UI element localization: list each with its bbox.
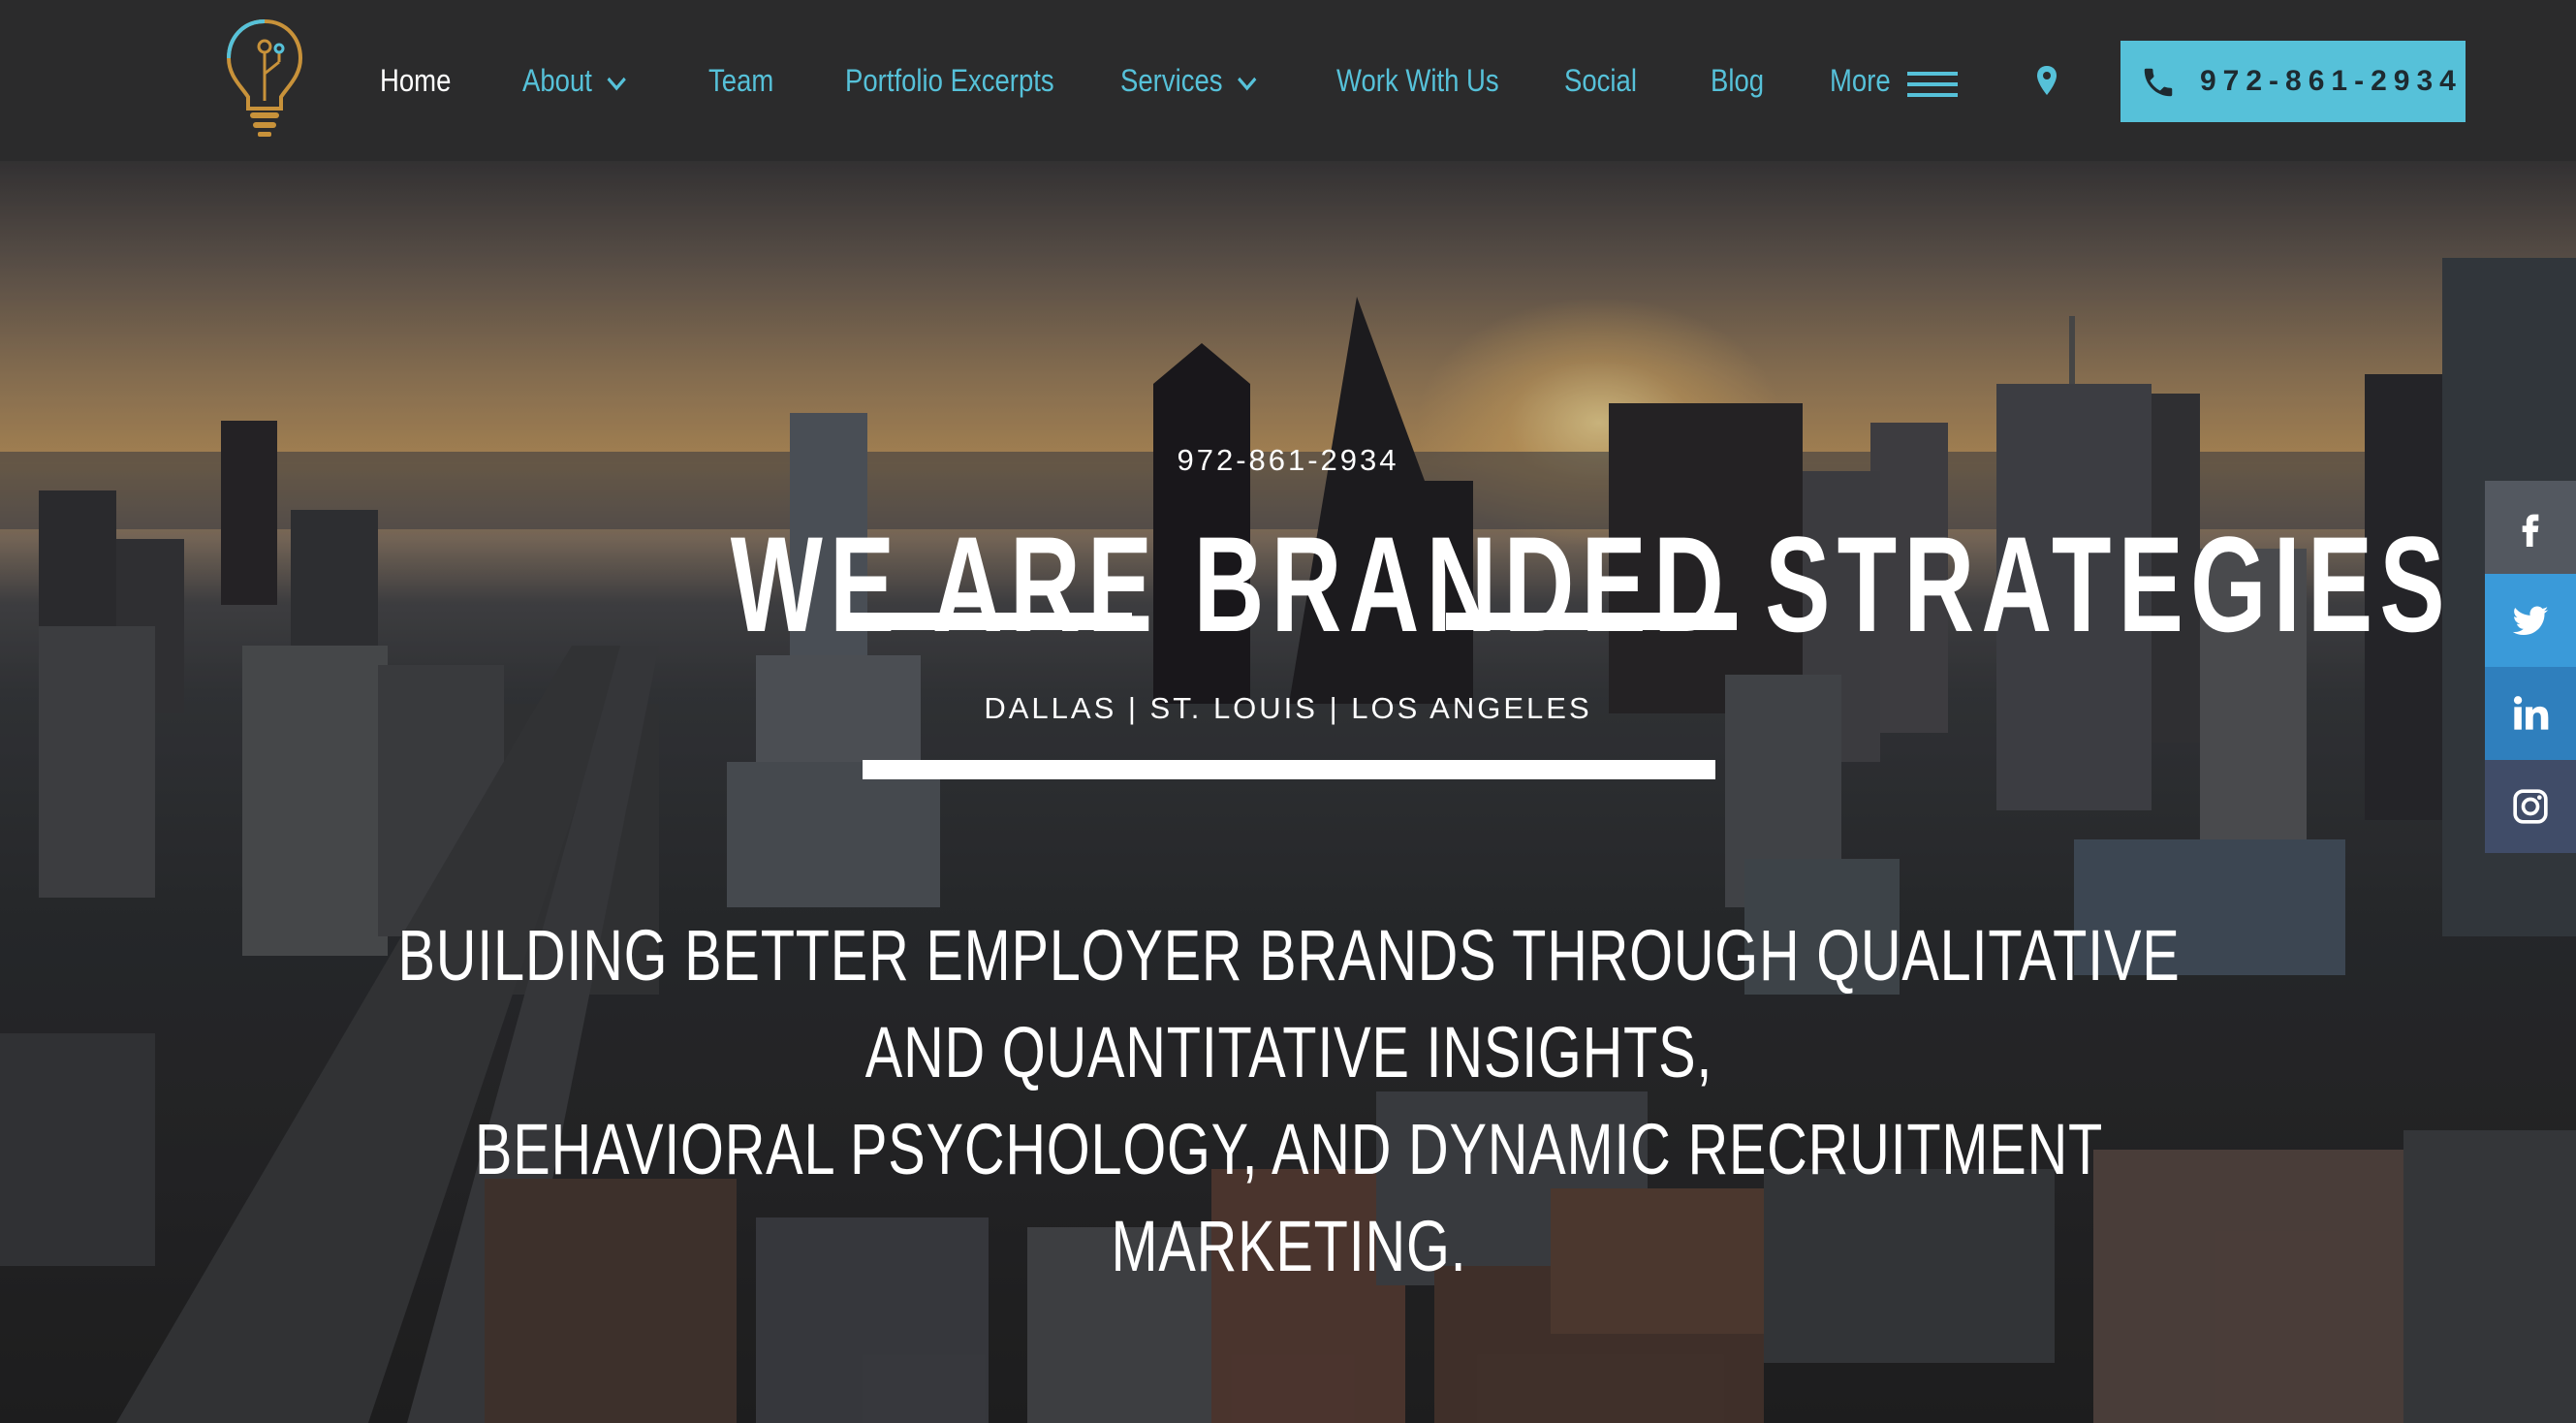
divider-line-bottom [863, 760, 1715, 779]
nav-home[interactable]: Home [380, 56, 451, 105]
nav-social[interactable]: Social [1564, 56, 1637, 105]
twitter-icon [2512, 606, 2549, 636]
nav-work-with-us[interactable]: Work With Us [1336, 56, 1499, 105]
call-phone-button[interactable]: 972-861-2934 [2120, 41, 2466, 122]
map-pin-icon[interactable] [2035, 64, 2058, 97]
hero-phone-number[interactable]: 972-861-2934 [1132, 436, 1444, 485]
hero-cities: DALLAS | ST. LOUIS | LOS ANGELES [984, 691, 1592, 725]
tagline-line-1: BUILDING BETTER EMPLOYER BRANDS THROUGH … [397, 915, 2181, 1092]
nav-about-label: About [522, 63, 592, 98]
nav-portfolio-label: Portfolio Excerpts [845, 63, 1054, 98]
chevron-down-icon [1237, 77, 1257, 91]
nav-work-label: Work With Us [1336, 63, 1499, 98]
social-sidebar [2485, 481, 2576, 853]
twitter-button[interactable] [2485, 574, 2576, 667]
main-nav: Home About Team Portfolio Excerpts Servi… [0, 0, 2576, 161]
linkedin-icon [2513, 696, 2549, 730]
site-header: Home About Team Portfolio Excerpts Servi… [0, 0, 2576, 161]
hero-title: WE ARE BRANDED STRATEGIES [730, 508, 2452, 660]
nav-home-label: Home [380, 63, 452, 98]
nav-about[interactable]: About [522, 56, 627, 105]
nav-more[interactable]: More [1830, 56, 1891, 105]
call-button-label: 972-861-2934 [2200, 65, 2463, 97]
nav-blog[interactable]: Blog [1711, 56, 1764, 105]
nav-portfolio-excerpts[interactable]: Portfolio Excerpts [845, 56, 1054, 105]
nav-more-label: More [1830, 63, 1891, 98]
hero-tagline: BUILDING BETTER EMPLOYER BRANDS THROUGH … [382, 907, 2196, 1295]
nav-blog-label: Blog [1711, 63, 1765, 98]
nav-team[interactable]: Team [708, 56, 773, 105]
facebook-icon [2522, 514, 2539, 547]
nav-team-label: Team [708, 63, 774, 98]
nav-services-label: Services [1120, 63, 1223, 98]
tagline-line-2: BEHAVIORAL PSYCHOLOGY, AND DYNAMIC RECRU… [474, 1109, 2104, 1286]
facebook-button[interactable] [2485, 481, 2576, 574]
chevron-down-icon [607, 77, 626, 91]
linkedin-button[interactable] [2485, 667, 2576, 760]
phone-icon [2144, 68, 2173, 97]
hamburger-menu-icon[interactable] [1907, 70, 1958, 99]
nav-services[interactable]: Services [1120, 56, 1258, 105]
nav-social-label: Social [1564, 63, 1637, 98]
instagram-icon [2513, 789, 2548, 824]
instagram-button[interactable] [2485, 760, 2576, 853]
